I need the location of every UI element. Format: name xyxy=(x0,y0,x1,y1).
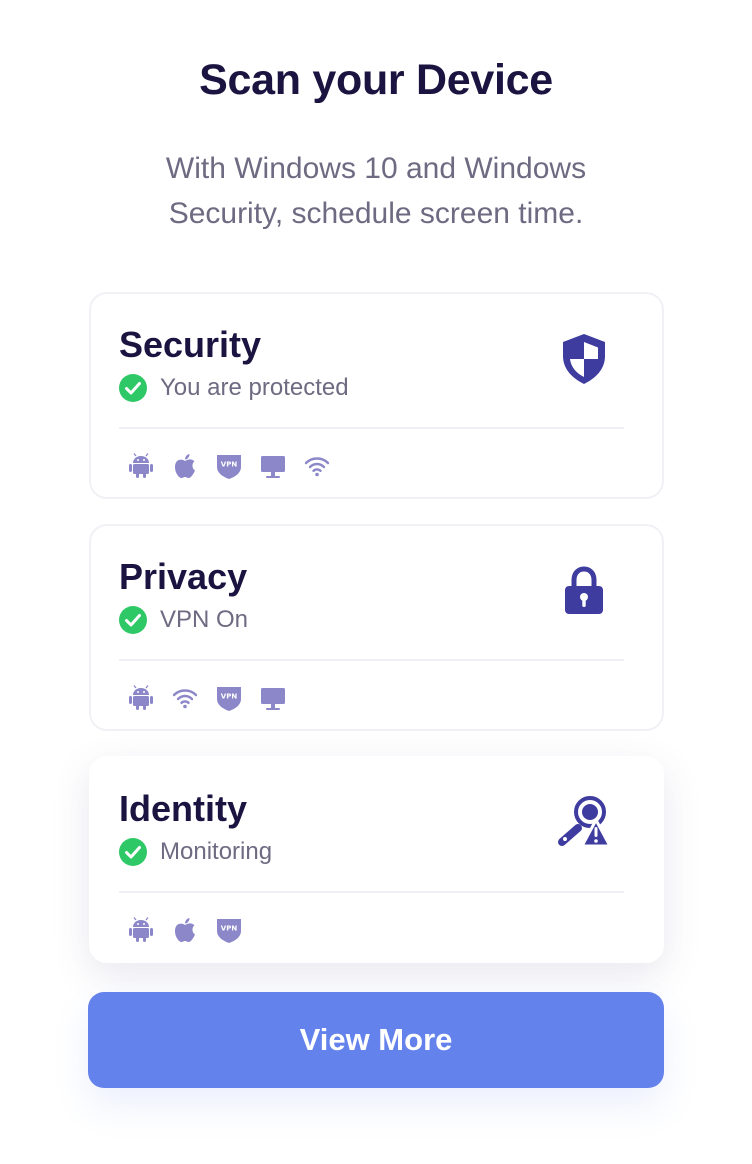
svg-text:VPN: VPN xyxy=(221,925,238,933)
svg-text:VPN: VPN xyxy=(221,693,238,701)
card-title: Identity xyxy=(119,788,248,829)
privacy-card[interactable]: Privacy VPN On VPN xyxy=(89,524,664,731)
desktop-icon xyxy=(261,456,285,478)
identity-card[interactable]: Identity Monitoring VPN xyxy=(89,756,664,963)
shield-icon xyxy=(563,334,605,384)
android-icon xyxy=(129,453,153,478)
platform-icons: VPN xyxy=(127,684,303,712)
check-circle-icon xyxy=(119,838,147,866)
scan-device-page: Scan your Device With Windows 10 and Win… xyxy=(0,0,752,1164)
page-subtitle: With Windows 10 and Windows Security, sc… xyxy=(120,146,632,236)
status-text: You are protected xyxy=(160,374,349,401)
subtitle-line-2: Security, schedule screen time. xyxy=(168,197,584,230)
card-title: Privacy xyxy=(119,556,248,597)
svg-text:VPN: VPN xyxy=(221,461,238,469)
status-text: Monitoring xyxy=(160,838,273,865)
card-status: Monitoring xyxy=(119,837,272,867)
desktop-icon xyxy=(261,688,285,710)
vpn-icon: VPN xyxy=(217,919,241,943)
security-card[interactable]: Security You are protected VPN xyxy=(89,292,664,499)
platform-icons: VPN xyxy=(127,452,347,480)
check-circle-icon xyxy=(119,374,147,402)
vpn-icon: VPN xyxy=(217,687,241,711)
card-divider xyxy=(119,659,624,661)
status-text: VPN On xyxy=(160,606,249,633)
lock-icon xyxy=(565,566,603,614)
card-divider xyxy=(119,891,624,893)
card-title: Security xyxy=(119,324,262,365)
view-more-button[interactable]: View More xyxy=(88,992,664,1088)
android-icon xyxy=(129,685,153,710)
android-icon xyxy=(129,917,153,942)
wifi-icon xyxy=(304,457,330,477)
check-circle-icon xyxy=(119,606,147,634)
page-title: Scan your Device xyxy=(199,56,553,104)
apple-icon xyxy=(175,454,195,478)
vpn-icon: VPN xyxy=(217,455,241,479)
subtitle-line-1: With Windows 10 and Windows xyxy=(165,152,587,185)
card-status: VPN On xyxy=(119,605,248,635)
identity-search-alert-icon xyxy=(558,796,612,848)
platform-icons: VPN xyxy=(127,916,259,944)
card-status: You are protected xyxy=(119,373,349,403)
card-divider xyxy=(119,427,624,429)
wifi-icon xyxy=(172,689,198,709)
apple-icon xyxy=(175,918,195,942)
